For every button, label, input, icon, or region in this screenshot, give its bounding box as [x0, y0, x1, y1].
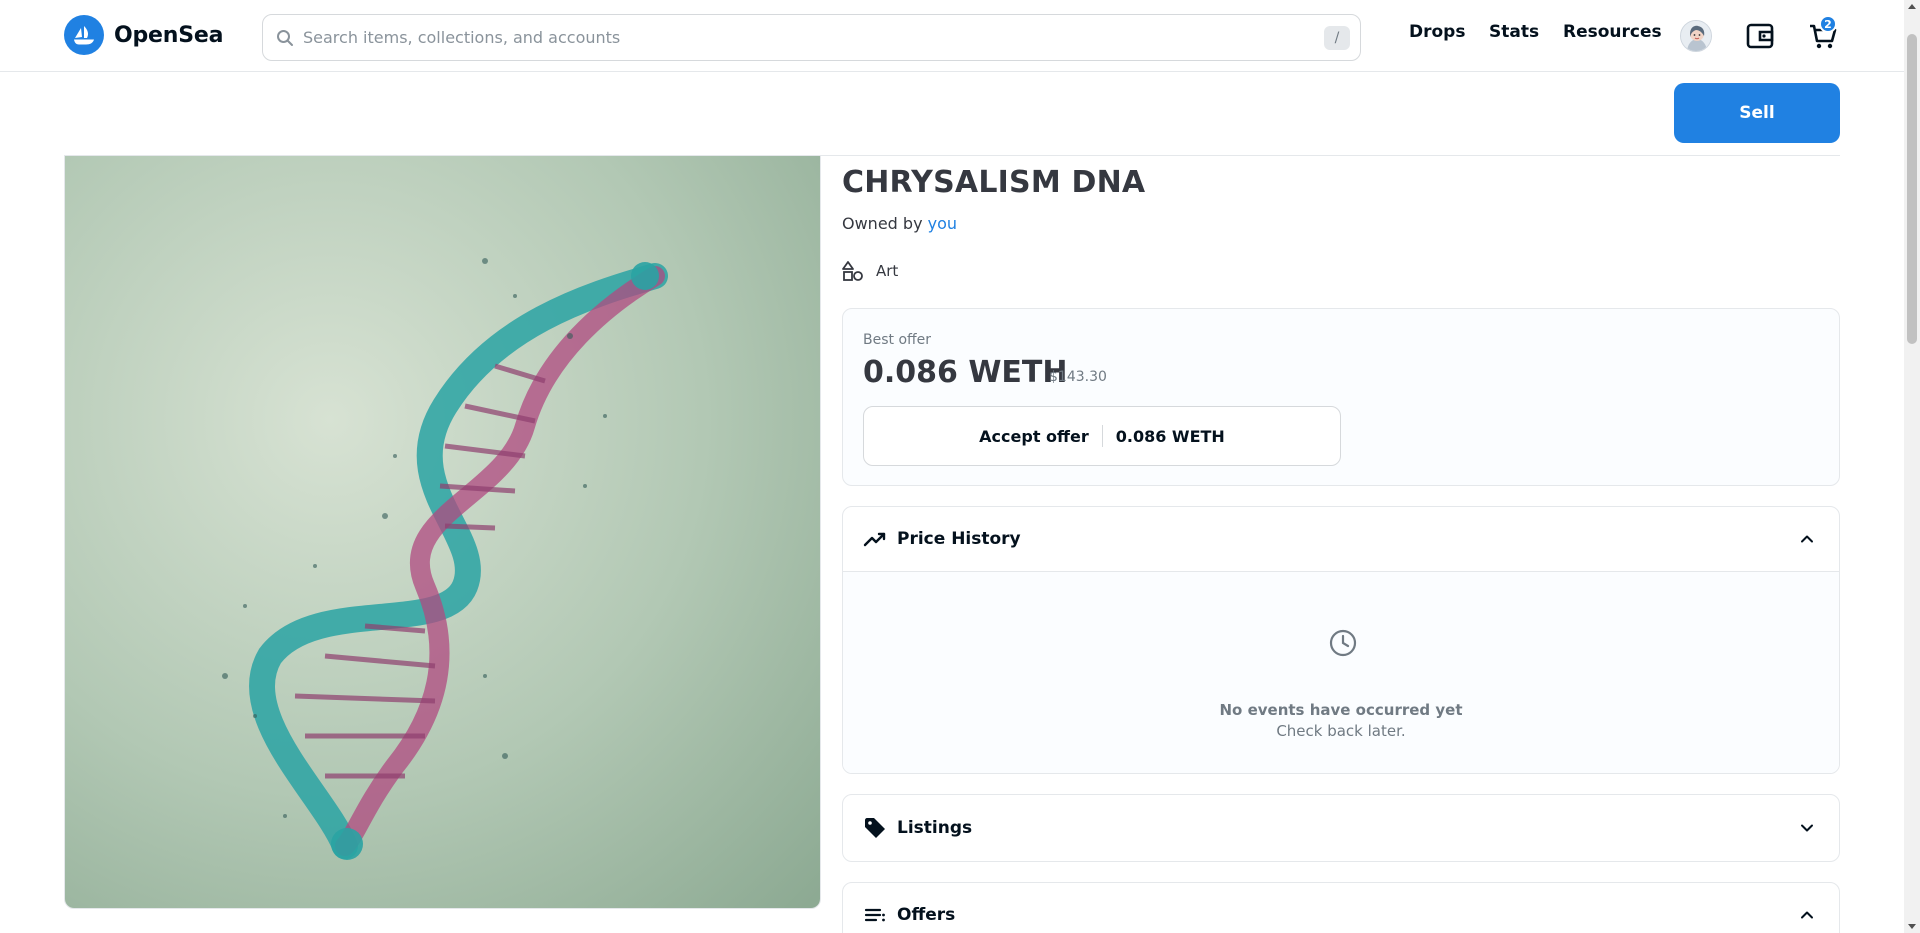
listings-panel: Listings	[842, 794, 1840, 862]
offers-header[interactable]: Offers	[843, 883, 1839, 933]
chevron-up-icon[interactable]	[1797, 905, 1817, 925]
chevron-up-icon[interactable]	[1797, 529, 1817, 549]
search-shortcut-key: /	[1324, 26, 1350, 50]
category-tag[interactable]: Art	[842, 260, 898, 282]
empty-state-subtitle: Check back later.	[1276, 722, 1406, 740]
listings-header[interactable]: Listings	[843, 795, 1839, 861]
search-icon	[277, 29, 293, 46]
brand-name: OpenSea	[114, 22, 224, 48]
price-history-title: Price History	[897, 529, 1021, 549]
best-offer-price: 0.086 WETH	[863, 355, 1068, 390]
owner-line: Owned by you	[842, 214, 957, 233]
empty-state-title: No events have occurred yet	[1219, 701, 1463, 719]
clock-icon	[1329, 629, 1357, 657]
owner-link[interactable]: you	[928, 214, 957, 233]
accept-offer-label: Accept offer	[979, 426, 1089, 446]
profile-avatar[interactable]	[1680, 20, 1712, 52]
nav-resources[interactable]: Resources	[1563, 22, 1662, 42]
price-history-panel: Price History No events have occurred ye…	[842, 506, 1840, 774]
price-history-header[interactable]: Price History	[843, 507, 1839, 571]
nft-artwork-image[interactable]	[64, 155, 821, 909]
search-input[interactable]	[303, 28, 1293, 47]
scrollbar-thumb[interactable]	[1907, 34, 1917, 344]
nav-drops[interactable]: Drops	[1409, 22, 1465, 42]
opensea-logo-icon	[64, 15, 104, 55]
chevron-down-icon[interactable]	[1797, 818, 1817, 838]
offers-title: Offers	[897, 905, 956, 925]
sell-button[interactable]: Sell	[1674, 83, 1840, 143]
listings-title: Listings	[897, 818, 973, 838]
category-label: Art	[876, 262, 899, 280]
opensea-logo[interactable]: OpenSea	[64, 15, 223, 55]
list-icon	[864, 908, 885, 922]
page-scrollbar[interactable]	[1904, 0, 1920, 933]
cart-count-badge: 2	[1819, 15, 1837, 33]
owned-by-label: Owned by	[842, 214, 923, 233]
accept-offer-button[interactable]: Accept offer 0.086 WETH	[863, 406, 1341, 466]
item-action-bar: Sell	[64, 72, 1840, 156]
accept-offer-amount: 0.086 WETH	[1115, 426, 1225, 446]
wallet-icon[interactable]	[1745, 21, 1775, 51]
trending-up-icon	[863, 532, 886, 547]
scroll-down-arrow-icon[interactable]	[1908, 924, 1916, 929]
best-offer-usd: $143.30	[1049, 369, 1107, 385]
best-offer-card: Best offer 0.086 WETH $143.30 Accept off…	[842, 308, 1840, 486]
item-title: CHRYSALISM DNA	[842, 165, 1146, 200]
search-bar[interactable]: /	[262, 14, 1361, 61]
best-offer-label: Best offer	[863, 332, 932, 348]
accept-offer-divider	[1101, 425, 1103, 447]
scroll-up-arrow-icon[interactable]	[1908, 4, 1916, 9]
nav-stats[interactable]: Stats	[1489, 22, 1539, 42]
shapes-icon	[842, 261, 863, 281]
top-navbar: OpenSea / Drops Stats Resources 2	[0, 0, 1904, 72]
tag-icon	[865, 818, 885, 838]
price-history-body: No events have occurred yet Check back l…	[843, 571, 1839, 773]
offers-panel: Offers	[842, 882, 1840, 933]
